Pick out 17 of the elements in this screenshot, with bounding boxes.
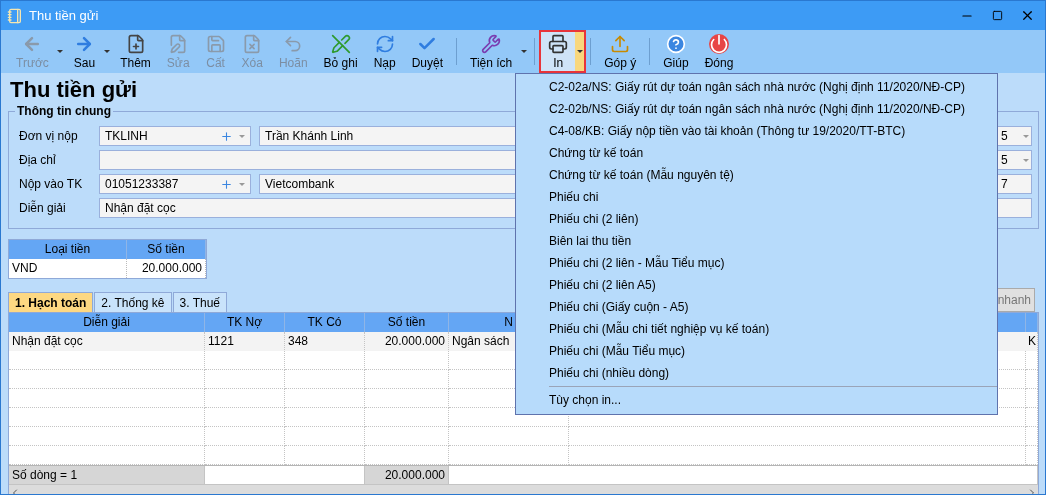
field-label: Nộp vào TK	[19, 177, 84, 191]
total-amount: 20.000.000	[365, 466, 449, 484]
field-label: Địa chỉ	[19, 153, 57, 167]
window-title: Thu tiền gửi	[29, 8, 100, 23]
column-header: TK Có	[285, 313, 365, 332]
table-cell: VND	[9, 259, 127, 278]
page-heading: Thu tiền gửi	[10, 77, 138, 103]
column-header: TK Nợ	[205, 313, 285, 332]
column-header: Diễn giải	[9, 313, 205, 332]
row-count: Số dòng = 1	[9, 466, 205, 484]
field-label: Diễn giải	[19, 201, 67, 215]
panel-title: Thông tin chung	[15, 104, 113, 118]
column-header: Loại tiền	[9, 240, 127, 259]
field-label: Đơn vị nộp	[19, 129, 79, 143]
column-header: Số tiền	[127, 240, 206, 259]
column-header: Số tiền	[365, 313, 449, 332]
table-cell: 20.000.000	[127, 259, 206, 278]
